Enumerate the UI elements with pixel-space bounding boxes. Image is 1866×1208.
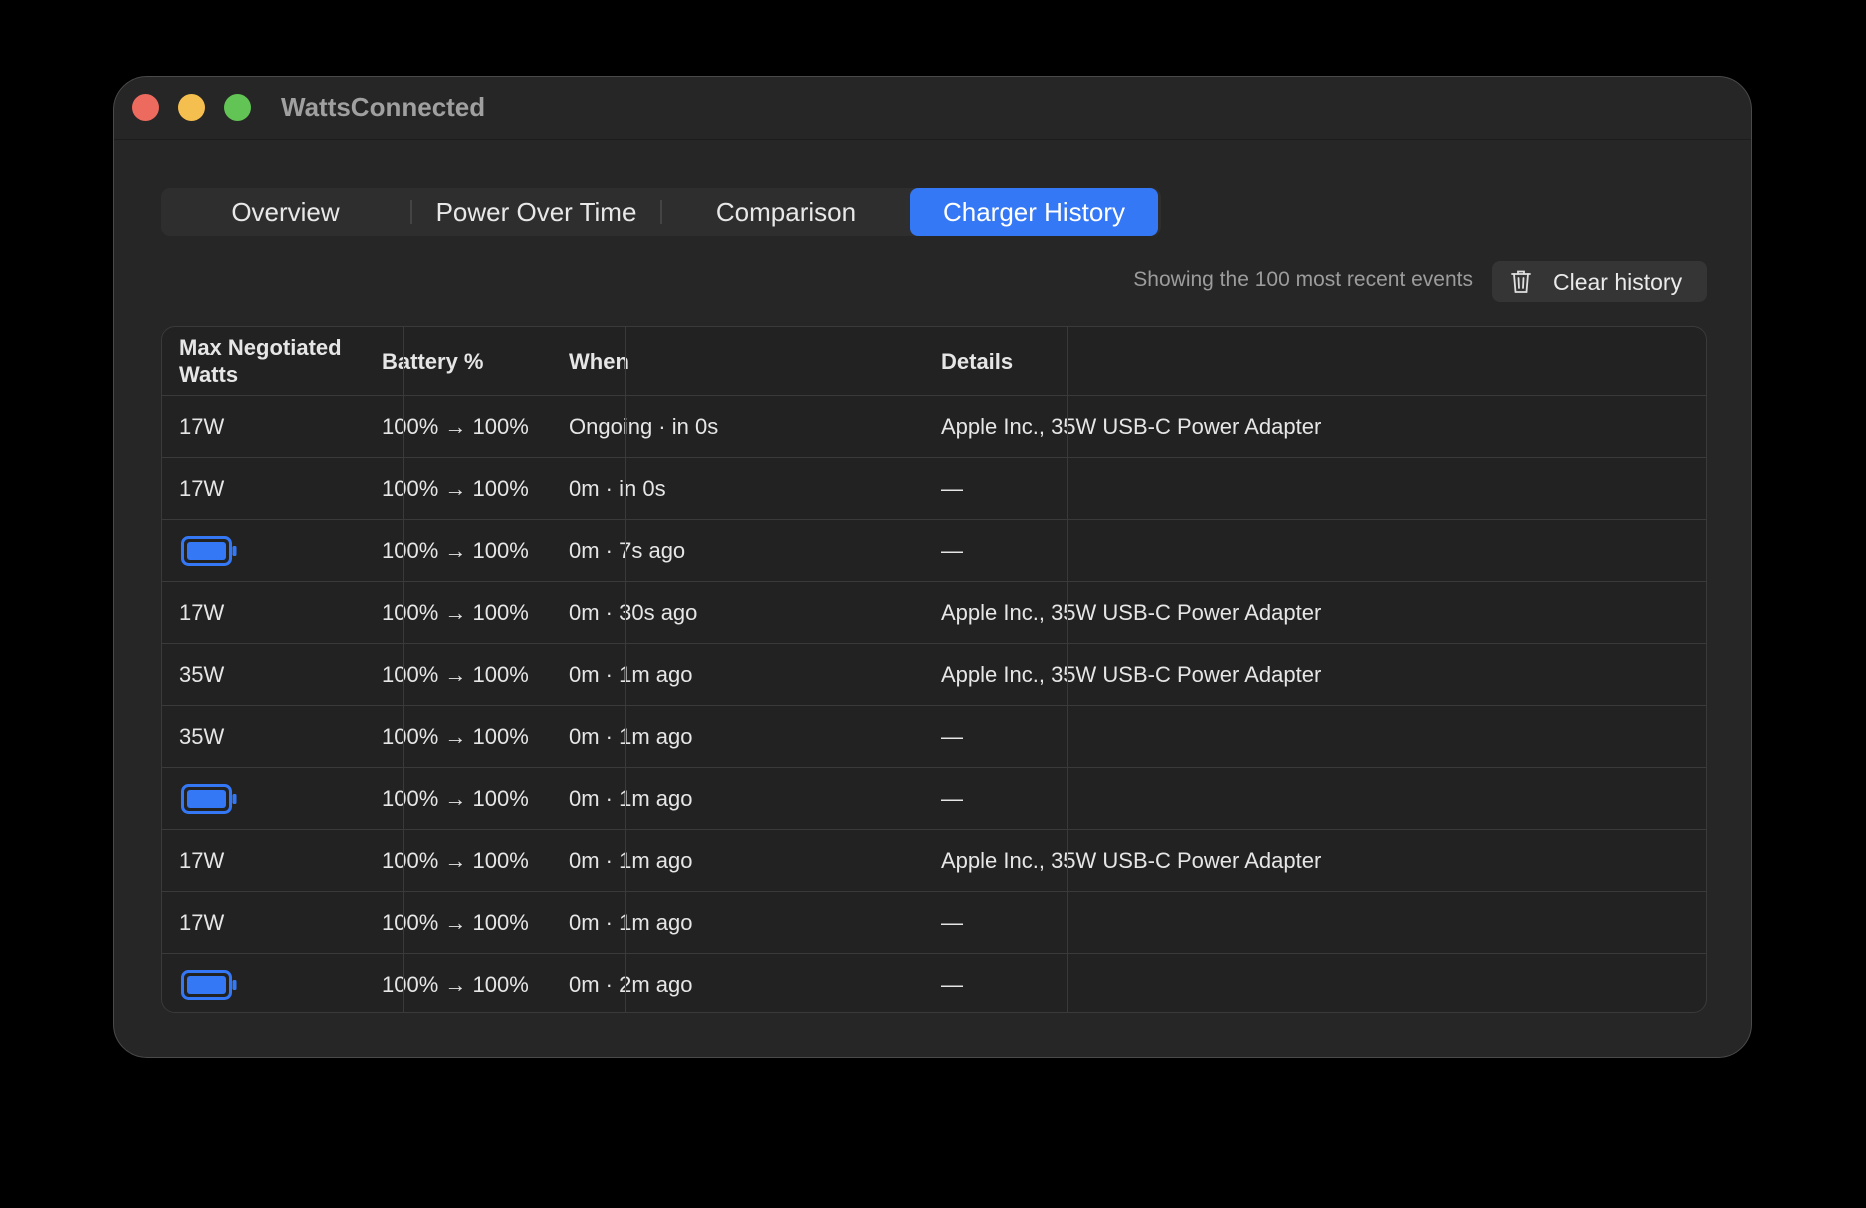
cell-battery: 100% → 100% <box>382 786 529 811</box>
cell-when: 0m · 1m ago <box>569 910 693 935</box>
cell-when: 0m · in 0s <box>569 476 666 501</box>
cell-when: 0m · 1m ago <box>569 848 693 873</box>
cell-details: — <box>941 724 963 749</box>
cell-watts: 17W <box>179 848 225 873</box>
column-divider <box>403 327 404 1012</box>
cell-battery: 100% → 100% <box>382 972 529 997</box>
tab-charger-history[interactable]: Charger History <box>910 188 1158 236</box>
table-row[interactable]: 35W 100% → 100% 0m · 1m ago Apple Inc., 35W… <box>162 644 1706 706</box>
charger-history-table: Max Negotiated Watts Battery % When Deta… <box>161 326 1707 1013</box>
app-window: WattsConnected Overview Power Over Time … <box>113 76 1752 1058</box>
cell-details: — <box>941 476 963 501</box>
minimize-window-button[interactable] <box>178 94 205 121</box>
cell-when: 0m · 1m ago <box>569 724 693 749</box>
events-count-label: Showing the 100 most recent events <box>1133 268 1473 291</box>
battery-icon <box>181 536 237 566</box>
column-divider <box>1067 327 1068 1012</box>
table-row[interactable]: 100% → 100% 0m · 2m ago — <box>162 954 1706 1012</box>
cell-battery: 100% → 100% <box>382 910 529 935</box>
cell-battery: 100% → 100% <box>382 662 529 687</box>
cell-battery: 100% → 100% <box>382 414 529 439</box>
cell-when: Ongoing · in 0s <box>569 414 719 439</box>
cell-details: Apple Inc., 35W USB-C Power Adapter <box>941 662 1322 687</box>
cell-details: — <box>941 786 963 811</box>
cell-watts: 35W <box>179 662 225 687</box>
cell-watts: 17W <box>179 600 225 625</box>
battery-icon <box>181 970 237 1000</box>
clear-history-label: Clear history <box>1553 269 1683 295</box>
cell-details: — <box>941 910 963 935</box>
tab-overview[interactable]: Overview <box>161 188 410 236</box>
column-header-watts[interactable]: Max Negotiated Watts <box>179 334 359 388</box>
table-header-row: Max Negotiated Watts Battery % When Deta… <box>162 327 1706 396</box>
table-row[interactable]: 17W 100% → 100% Ongoing · in 0s Apple Inc.,… <box>162 396 1706 458</box>
title-bar: WattsConnected <box>114 77 1751 140</box>
tab-comparison[interactable]: Comparison <box>662 188 910 236</box>
cell-watts: 35W <box>179 724 225 749</box>
column-header-when[interactable]: When <box>569 348 629 375</box>
tab-bar: Overview Power Over Time Comparison Char… <box>161 188 1161 236</box>
table-row[interactable]: 100% → 100% 0m · 1m ago — <box>162 768 1706 830</box>
cell-battery: 100% → 100% <box>382 724 529 749</box>
cell-when: 0m · 1m ago <box>569 786 693 811</box>
table-row[interactable]: 17W 100% → 100% 0m · 1m ago Apple Inc., 35W… <box>162 830 1706 892</box>
cell-watts: 17W <box>179 476 225 501</box>
column-header-details[interactable]: Details <box>941 348 1013 375</box>
trash-icon <box>1511 270 1531 293</box>
cell-watts: 17W <box>179 910 225 935</box>
cell-details: Apple Inc., 35W USB-C Power Adapter <box>941 848 1322 873</box>
tab-power-over-time[interactable]: Power Over Time <box>412 188 660 236</box>
cell-when: 0m · 2m ago <box>569 972 693 997</box>
cell-battery: 100% → 100% <box>382 848 529 873</box>
cell-details: Apple Inc., 35W USB-C Power Adapter <box>941 600 1322 625</box>
cell-battery: 100% → 100% <box>382 476 529 501</box>
table-row[interactable]: 17W 100% → 100% 0m · in 0s — <box>162 458 1706 520</box>
cell-details: Apple Inc., 35W USB-C Power Adapter <box>941 414 1322 439</box>
cell-when: 0m · 7s ago <box>569 538 686 563</box>
table-row[interactable]: 100% → 100% 0m · 7s ago — <box>162 520 1706 582</box>
cell-when: 0m · 1m ago <box>569 662 693 687</box>
cell-watts: 17W <box>179 414 225 439</box>
table-row[interactable]: 35W 100% → 100% 0m · 1m ago — <box>162 706 1706 768</box>
cell-details: — <box>941 972 963 997</box>
close-window-button[interactable] <box>132 94 159 121</box>
table-row[interactable]: 17W 100% → 100% 0m · 1m ago — <box>162 892 1706 954</box>
cell-details: — <box>941 538 963 563</box>
column-divider <box>625 327 626 1012</box>
window-title: WattsConnected <box>281 92 486 122</box>
maximize-window-button[interactable] <box>224 94 251 121</box>
column-header-battery[interactable]: Battery % <box>382 348 483 375</box>
cell-battery: 100% → 100% <box>382 538 529 563</box>
cell-when: 0m · 30s ago <box>569 600 698 625</box>
table-row[interactable]: 17W 100% → 100% 0m · 30s ago Apple Inc., 35… <box>162 582 1706 644</box>
cell-battery: 100% → 100% <box>382 600 529 625</box>
battery-icon <box>181 784 237 814</box>
clear-history-button[interactable]: Clear history <box>1492 261 1707 302</box>
